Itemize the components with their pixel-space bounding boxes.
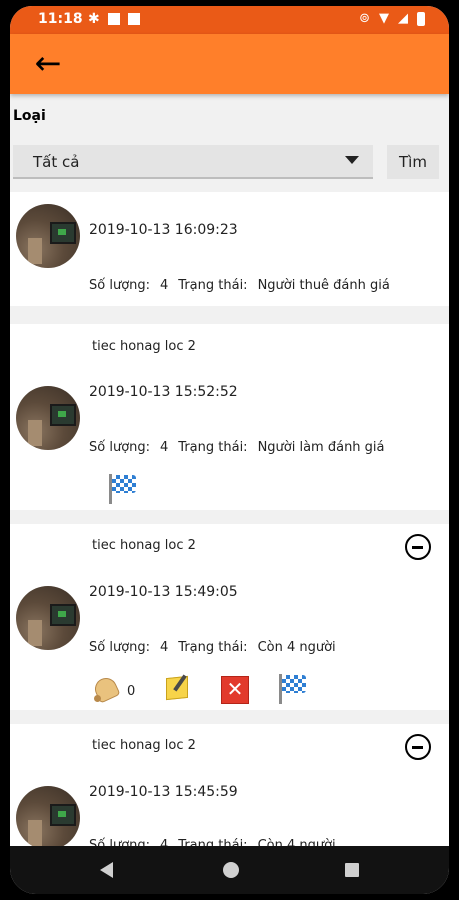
order-title: tiec honag loc 2	[92, 738, 196, 753]
quantity-label: Số lượng:	[89, 838, 151, 846]
status-label: Trạng thái:	[178, 440, 248, 455]
order-card[interactable]: 2019-10-13 16:09:23 Số lượng: 4 Trạng thái…	[10, 192, 449, 306]
quantity-value: 4	[160, 640, 169, 655]
quantity-value: 4	[160, 838, 169, 846]
app-bar: ←	[10, 34, 449, 94]
dropdown-arrow-icon	[345, 156, 359, 164]
status-value: Còn 4 người	[257, 640, 336, 655]
remove-circle-icon[interactable]	[405, 734, 431, 760]
bell-icon[interactable]	[90, 674, 121, 704]
phone-frame: 11:18 ✱ ⊚ ▼ ◢ ← Loại Tất cả Tìm 2019-10-…	[0, 0, 459, 900]
delete-icon[interactable]: ✕	[221, 676, 249, 704]
arrow-left-icon[interactable]: ←	[30, 46, 66, 82]
screen: 11:18 ✱ ⊚ ▼ ◢ ← Loại Tất cả Tìm 2019-10-…	[10, 6, 449, 894]
order-list-content: Loại Tất cả Tìm 2019-10-13 16:09:23 Số l…	[10, 94, 449, 846]
order-timestamp: 2019-10-13 15:49:05	[89, 584, 238, 600]
status-value: Người làm đánh giá	[257, 440, 385, 455]
nav-recents-icon[interactable]	[345, 863, 359, 877]
order-timestamp: 2019-10-13 16:09:23	[89, 222, 238, 238]
quantity-value: 4	[160, 278, 169, 293]
order-title: tiec honag loc 2	[92, 538, 196, 553]
quantity-label: Số lượng:	[89, 640, 151, 655]
flag-icon[interactable]	[108, 472, 138, 504]
avatar	[16, 586, 80, 650]
order-card[interactable]: tiec honag loc 2 2019-10-13 15:52:52 Số …	[10, 324, 449, 510]
type-select[interactable]: Tất cả	[13, 145, 373, 179]
signal-icon: ◢	[398, 11, 408, 26]
remove-circle-icon[interactable]	[405, 534, 431, 560]
order-card[interactable]: tiec honag loc 2 2019-10-13 15:49:05 Số …	[10, 524, 449, 710]
battery-icon	[417, 11, 425, 26]
order-card[interactable]: tiec honag loc 2 2019-10-13 15:45:59 Số …	[10, 724, 449, 846]
status-label: Trạng thái:	[178, 838, 248, 846]
order-info: Số lượng: 4 Trạng thái: Người thuê đánh giá	[89, 278, 400, 293]
order-title: tiec honag loc 2	[92, 339, 196, 354]
navigation-bar	[10, 846, 449, 894]
bell-count: 0	[127, 684, 136, 699]
square-notification-icon	[107, 13, 120, 25]
status-label: Trạng thái:	[178, 278, 248, 293]
type-select-value: Tất cả	[33, 153, 80, 171]
order-timestamp: 2019-10-13 15:45:59	[89, 784, 238, 800]
square-notification-icon	[127, 13, 140, 25]
avatar	[16, 386, 80, 450]
order-timestamp: 2019-10-13 15:52:52	[89, 384, 238, 400]
gear-icon: ✱	[88, 11, 100, 27]
nav-home-icon[interactable]	[223, 862, 239, 878]
order-info: Số lượng: 4 Trạng thái: Người làm đánh giá	[89, 440, 395, 455]
status-left-icons: ✱	[88, 12, 140, 26]
status-bar: 11:18 ✱ ⊚ ▼ ◢	[10, 6, 449, 34]
status-value: Người thuê đánh giá	[257, 278, 390, 293]
quantity-label: Số lượng:	[89, 440, 151, 455]
nav-back-icon[interactable]	[100, 862, 113, 878]
search-button[interactable]: Tìm	[387, 145, 439, 179]
wifi-icon: ▼	[379, 11, 389, 26]
quantity-value: 4	[160, 440, 169, 455]
filter-label: Loại	[13, 108, 46, 124]
avatar	[16, 204, 80, 268]
avatar	[16, 786, 80, 846]
status-right-icons: ⊚ ▼ ◢	[359, 11, 425, 26]
status-time: 11:18	[38, 11, 83, 27]
edit-note-icon[interactable]	[164, 674, 190, 701]
status-label: Trạng thái:	[178, 640, 248, 655]
flag-icon[interactable]	[278, 672, 308, 704]
order-info: Số lượng: 4 Trạng thái: Còn 4 người	[89, 640, 346, 655]
status-value: Còn 4 người	[257, 838, 336, 846]
location-icon: ⊚	[359, 11, 370, 26]
quantity-label: Số lượng:	[89, 278, 151, 293]
order-info: Số lượng: 4 Trạng thái: Còn 4 người	[89, 838, 346, 846]
